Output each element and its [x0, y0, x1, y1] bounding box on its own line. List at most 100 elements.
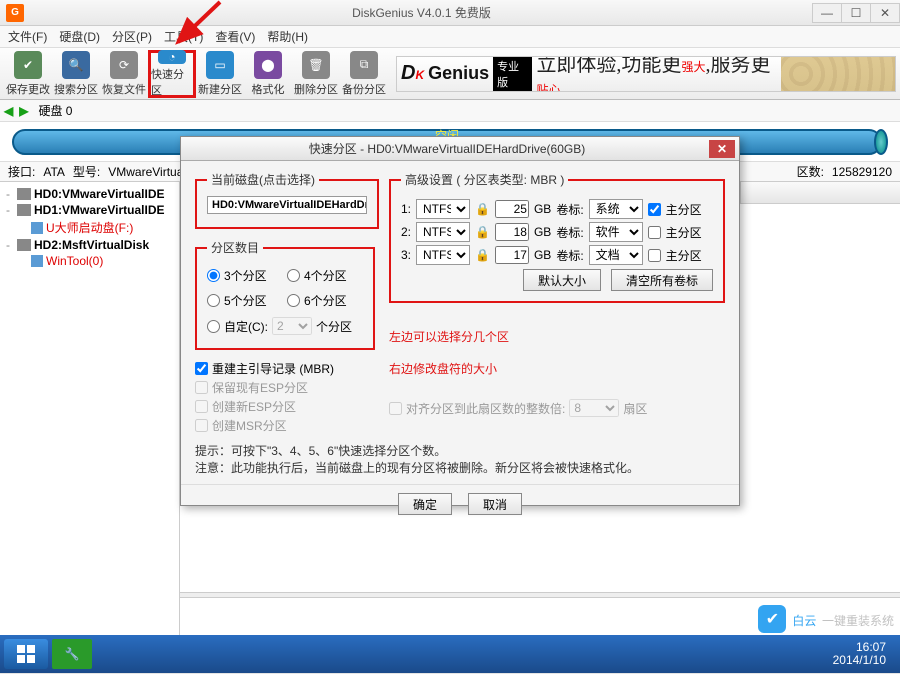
chk-rebuild-mbr[interactable]: 重建主引导记录 (MBR)	[195, 360, 375, 377]
dialog-notes: 提示：可按下"3、4、5、6"快速选择分区个数。 注意：此功能执行后，当前磁盘上…	[181, 442, 739, 484]
vol-select[interactable]: 系统	[589, 199, 643, 219]
gb-label: GB	[534, 202, 551, 216]
custom-count-select: 2	[272, 317, 312, 335]
toolbar-搜索分区[interactable]: 🔍搜索分区	[52, 50, 100, 98]
tree-label: U大师启动盘(F:)	[46, 219, 133, 236]
lock-icon[interactable]: 🔒	[475, 202, 490, 216]
toolbar-icon: ⬤	[254, 51, 282, 79]
disk-icon	[17, 204, 31, 216]
minimize-button[interactable]: —	[812, 3, 842, 23]
toolbar-快速分区[interactable]: ◔ 快速分区	[148, 50, 196, 98]
size-input[interactable]	[495, 246, 529, 264]
windows-icon	[16, 644, 36, 664]
tree-label: WinTool(0)	[46, 254, 103, 268]
chk-keep-esp: 保留现有ESP分区	[195, 379, 375, 396]
start-button[interactable]	[4, 639, 48, 669]
advanced-legend: 高级设置 ( 分区表类型: MBR )	[401, 171, 568, 188]
vol-label: 卷标:	[556, 224, 583, 241]
radio-4[interactable]: 4个分区	[287, 267, 363, 284]
radio-custom[interactable]: 自定(C): 2 个分区	[207, 317, 363, 335]
current-disk-legend: 当前磁盘(点击选择)	[207, 171, 319, 188]
tree-item[interactable]: -HD2:MsftVirtualDisk	[2, 237, 177, 253]
align-select: 8	[569, 399, 619, 417]
row-num: 2:	[401, 225, 411, 239]
menu-help[interactable]: 帮助(H)	[263, 26, 312, 47]
banner: DKGenius专业版立即体验,功能更强大,服务更贴心	[396, 56, 896, 92]
iface-label: 接口:	[8, 163, 35, 180]
vol-select[interactable]: 软件	[589, 222, 643, 242]
toolbar-icon: 🗑	[302, 51, 330, 79]
tree-item[interactable]: U大师启动盘(F:)	[2, 218, 177, 237]
arrow-annotation	[150, 0, 230, 50]
fs-select[interactable]: NTFS	[416, 199, 470, 219]
menu-partition[interactable]: 分区(P)	[108, 26, 156, 47]
toolbar-icon: ⧉	[350, 51, 378, 79]
app-icon: G	[6, 4, 24, 22]
window-title: DiskGenius V4.0.1 免费版	[30, 4, 813, 21]
menu-file[interactable]: 文件(F)	[4, 26, 51, 47]
toolbar-保存更改[interactable]: ✔保存更改	[4, 50, 52, 98]
iface-value: ATA	[43, 165, 65, 179]
tree-label: HD1:VMwareVirtualIDE	[34, 203, 164, 217]
maximize-button[interactable]: ☐	[841, 3, 871, 23]
ok-button[interactable]: 确定	[398, 493, 452, 515]
lock-icon[interactable]: 🔒	[475, 225, 490, 239]
toolbar-icon: ◔	[158, 50, 186, 64]
device-tree[interactable]: -HD0:VMwareVirtualIDE-HD1:VMwareVirtualI…	[0, 182, 180, 654]
nav-disk-label: 硬盘 0	[38, 102, 72, 119]
disk-nav: ◀ ▶ 硬盘 0	[0, 100, 900, 122]
current-disk-selector[interactable]: HD0:VMwareVirtualIDEHardDri	[207, 196, 367, 214]
tree-item[interactable]: WinTool(0)	[2, 253, 177, 269]
primary-checkbox[interactable]	[648, 226, 661, 239]
align-checkbox	[389, 402, 402, 415]
partition-row: 1: NTFS 🔒 GB 卷标: 系统 主分区	[401, 199, 713, 219]
vol-label: 卷标:	[556, 247, 583, 264]
toolbar-icon: ✔	[14, 51, 42, 79]
toolbar-新建分区[interactable]: ▭新建分区	[196, 50, 244, 98]
menu-disk[interactable]: 硬盘(D)	[55, 26, 104, 47]
nav-prev-icon[interactable]: ◀	[4, 104, 13, 118]
toolbar-label: 快速分区	[151, 66, 193, 98]
tray-clock[interactable]: 16:072014/1/10	[833, 641, 886, 667]
lock-icon[interactable]: 🔒	[475, 248, 490, 262]
toolbar-备份分区[interactable]: ⧉ 备份分区	[340, 50, 388, 98]
row-num: 1:	[401, 202, 411, 216]
nav-next-icon[interactable]: ▶	[19, 104, 28, 118]
toolbar-恢复文件[interactable]: ⟳恢复文件	[100, 50, 148, 98]
tree-twisty-icon[interactable]: -	[2, 203, 14, 217]
tree-item[interactable]: -HD0:VMwareVirtualIDE	[2, 186, 177, 202]
radio-3[interactable]: 3个分区	[207, 267, 283, 284]
toolbar-格式化[interactable]: ⬤格式化	[244, 50, 292, 98]
radio-6[interactable]: 6个分区	[287, 292, 363, 309]
radio-5[interactable]: 5个分区	[207, 292, 283, 309]
dialog-close-button[interactable]: ✕	[709, 140, 735, 158]
fs-select[interactable]: NTFS	[416, 222, 470, 242]
primary-checkbox[interactable]	[648, 203, 661, 216]
toolbar-删除分区[interactable]: 🗑删除分区	[292, 50, 340, 98]
tree-twisty-icon[interactable]: -	[2, 187, 14, 201]
cancel-button[interactable]: 取消	[468, 493, 522, 515]
align-row: 对齐分区到此扇区数的整数倍: 8 扇区	[389, 399, 725, 417]
close-button[interactable]: ✕	[870, 3, 900, 23]
primary-label: 主分区	[666, 247, 702, 264]
toolbar-icon: ▭	[206, 51, 234, 79]
default-size-button[interactable]: 默认大小	[523, 269, 601, 291]
disk-bar-cap	[874, 129, 888, 155]
chk-msr: 创建MSR分区	[195, 417, 375, 434]
vol-label: 卷标:	[556, 201, 583, 218]
clear-labels-button[interactable]: 清空所有卷标	[611, 269, 713, 291]
tree-item[interactable]: - HD1:VMwareVirtualIDE	[2, 202, 177, 218]
model-label: 型号:	[73, 163, 100, 180]
tree-twisty-icon[interactable]: -	[2, 238, 14, 252]
size-input[interactable]	[495, 200, 529, 218]
vol-select[interactable]: 文档	[589, 245, 643, 265]
primary-label: 主分区	[666, 224, 702, 241]
bird-icon: ✔	[758, 605, 786, 633]
size-input[interactable]	[495, 223, 529, 241]
toolbar-label: 备份分区	[342, 81, 386, 97]
primary-checkbox[interactable]	[648, 249, 661, 262]
toolbar: ✔保存更改🔍搜索分区⟳恢复文件 ◔ 快速分区▭新建分区⬤格式化🗑删除分区 ⧉ 备份分区 D…	[0, 48, 900, 100]
dialog-titlebar[interactable]: 快速分区 - HD0:VMwareVirtualIDEHardDrive(60G…	[181, 137, 739, 161]
fs-select[interactable]: NTFS	[416, 245, 470, 265]
taskbar-app[interactable]: 🔧	[52, 639, 92, 669]
